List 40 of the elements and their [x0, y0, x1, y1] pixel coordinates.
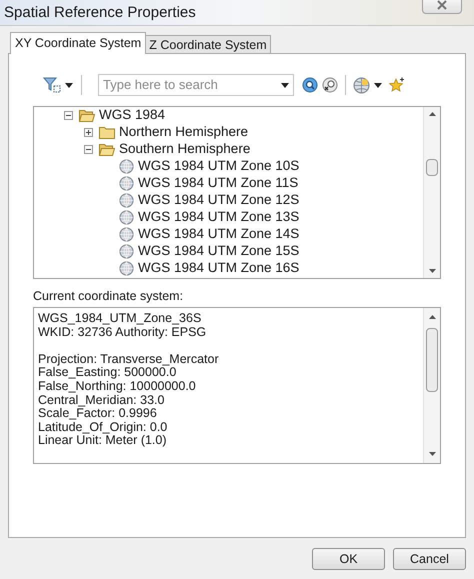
scroll-down-icon[interactable] [429, 269, 436, 273]
globe-icon [119, 193, 134, 208]
dialog-button[interactable]: OK [312, 548, 385, 570]
caret-icon[interactable] [374, 82, 382, 88]
caret-icon[interactable] [65, 82, 73, 88]
search-icon[interactable] [302, 77, 318, 93]
filter-icon[interactable] [43, 77, 61, 93]
scroll-up-icon[interactable] [429, 112, 436, 116]
globe-icon[interactable] [353, 76, 370, 94]
scrollbar[interactable] [423, 107, 440, 278]
details-paragraph: WGS_1984_UTM_Zone_36S WKID: 32736 Authority: EPSG [38, 312, 208, 340]
close-icon [436, 0, 448, 10]
scroll-down-icon[interactable] [429, 452, 436, 456]
scroll-thumb[interactable] [426, 159, 438, 176]
dialog-button[interactable]: Cancel [393, 548, 466, 570]
globe-icon [119, 261, 134, 276]
globe-icon [119, 159, 134, 174]
scrollbar[interactable] [423, 308, 440, 463]
current-system-label: Current coordinate system: [33, 288, 184, 305]
dropdown-caret-icon[interactable] [281, 82, 289, 88]
window-title: Spatial Reference Properties [4, 3, 196, 23]
expand-icon[interactable] [84, 128, 93, 137]
scroll-up-icon[interactable] [429, 315, 436, 319]
open-folder-icon [79, 109, 95, 122]
collapse-icon[interactable] [84, 145, 93, 154]
details-paragraph: Projection: Transverse_Mercator False_Easting: 500000.0 False_Northing: 10000000.0 Central_Meridian: 33.0 Scale_Factor: 0.9996 Latitude_Of_Origin: 0.0 Linear Unit: Meter (1.0) [38, 352, 220, 448]
collapse-icon[interactable] [64, 111, 73, 120]
scroll-thumb[interactable] [426, 328, 438, 392]
globe-icon [119, 176, 134, 191]
tab[interactable]: Z Coordinate System [145, 35, 271, 53]
folder-icon [99, 126, 115, 139]
clear-search-icon[interactable] [322, 77, 338, 93]
search-field[interactable]: Type here to search [98, 74, 294, 96]
globe-icon [119, 210, 134, 225]
star-icon[interactable] [389, 77, 405, 93]
globe-icon [119, 244, 134, 259]
globe-icon [119, 227, 134, 242]
open-folder-icon [99, 143, 115, 156]
close-button[interactable] [422, 0, 462, 14]
tab[interactable]: XY Coordinate System [10, 32, 146, 54]
